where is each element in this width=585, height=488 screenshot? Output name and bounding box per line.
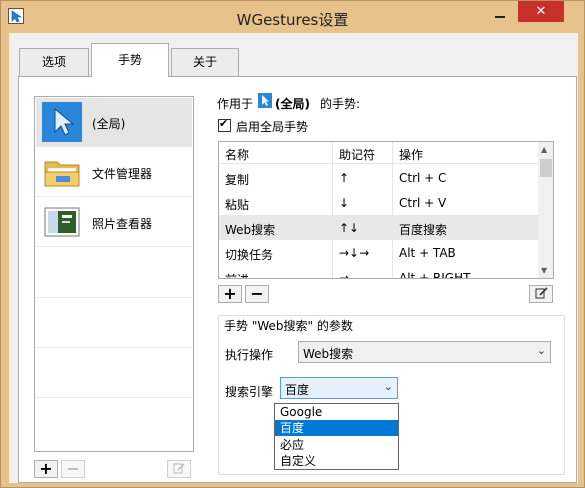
enable-global-checkbox[interactable] [218, 117, 231, 132]
list-item-label: (全局) [92, 117, 126, 131]
add-gesture-button[interactable]: + [218, 285, 242, 303]
minimize-button[interactable] [487, 3, 513, 23]
list-divider [36, 347, 192, 348]
scroll-thumb[interactable] [540, 159, 552, 177]
table-row[interactable]: 切换任务 →↓→ Alt + TAB [219, 240, 538, 265]
app-list[interactable]: (全局) 文件管理器 照片查看器 [34, 96, 194, 452]
close-button[interactable]: ✕ [518, 1, 564, 22]
gesture-mnemonic: →↓→ [339, 246, 370, 260]
engine-label: 搜索引擎 [225, 385, 274, 399]
dropdown-option[interactable]: 自定义 [275, 453, 398, 469]
table-row-selected[interactable]: Web搜索 ↑↓ 百度搜索 [219, 215, 538, 240]
column-header[interactable]: 名称 [225, 146, 249, 163]
tab-about[interactable]: 关于 [171, 48, 239, 76]
table-row[interactable]: 前进 → Alt + RIGHT [219, 265, 538, 279]
applies-to-prefix: 作用于 [217, 97, 254, 111]
edit-gesture-button[interactable] [529, 285, 553, 303]
list-item-photo-viewer[interactable]: 照片查看器 [36, 198, 192, 247]
gesture-name: Web搜索 [225, 223, 276, 237]
enable-global-label: 启用全局手势 [236, 120, 309, 134]
gesture-name: 切换任务 [225, 248, 274, 262]
edit-app-button[interactable] [167, 460, 191, 478]
applies-to-suffix: 的手势: [320, 97, 361, 111]
scroll-up-icon[interactable]: ▲ [541, 145, 547, 154]
table-row[interactable]: 粘贴 ↓ Ctrl + V [219, 190, 538, 215]
gestures-table[interactable]: 名称 助记符 操作 复制 ↑ Ctrl + C 粘贴 ↓ Ctrl + V We… [218, 141, 554, 279]
engine-dropdown-list[interactable]: Google 百度 必应 自定义 [274, 403, 399, 470]
column-header[interactable]: 操作 [399, 146, 423, 163]
gesture-action: Alt + TAB [399, 246, 456, 260]
engine-select-value: 百度 [285, 383, 310, 397]
gesture-mnemonic: ↑ [339, 171, 350, 185]
action-select-value: Web搜索 [303, 347, 354, 361]
list-item-global[interactable]: (全局) [36, 98, 192, 147]
add-app-button[interactable]: + [34, 460, 58, 478]
table-header: 名称 助记符 操作 [219, 142, 538, 164]
dropdown-option[interactable]: Google [275, 404, 398, 420]
column-header[interactable]: 助记符 [339, 146, 375, 163]
remove-gesture-button[interactable]: − [245, 285, 269, 303]
gesture-name: 前进 [225, 271, 249, 278]
table-scrollbar[interactable]: ▲ ▼ [538, 142, 553, 278]
gesture-name: 粘贴 [225, 198, 250, 212]
dropdown-option[interactable]: 必应 [275, 437, 398, 453]
gesture-name: 复制 [225, 173, 250, 187]
engine-select[interactable]: 百度 ⌄ [280, 377, 398, 399]
list-divider [36, 397, 192, 398]
list-item-label: 照片查看器 [92, 217, 153, 231]
folder-icon [42, 152, 82, 192]
gesture-action: Alt + RIGHT [399, 271, 471, 279]
list-item-file-manager[interactable]: 文件管理器 [36, 148, 192, 197]
dropdown-option-highlighted[interactable]: 百度 [275, 420, 398, 436]
gesture-mnemonic: ↓ [339, 196, 350, 210]
tab-options[interactable]: 选项 [19, 48, 89, 76]
settings-window: WGestures设置 ✕ 选项 手势 关于 (全局) 文件管理器 照片查看器 … [0, 0, 585, 488]
minimize-icon [495, 16, 505, 18]
gesture-mnemonic: → [339, 271, 350, 279]
tab-gestures[interactable]: 手势 [91, 43, 169, 77]
gesture-action: Ctrl + C [399, 171, 447, 185]
action-label: 执行操作 [225, 348, 274, 362]
scope-icon [258, 93, 272, 111]
cursor-icon [42, 102, 82, 142]
applies-to-scope: (全局) [275, 97, 310, 111]
gesture-action: 百度搜索 [399, 223, 448, 237]
gesture-mnemonic: ↑↓ [339, 221, 360, 235]
title-bar[interactable]: WGestures设置 ✕ [1, 1, 584, 33]
params-title: 手势 "Web搜索" 的参数 [224, 319, 353, 333]
chevron-down-icon: ⌄ [536, 344, 546, 357]
action-select[interactable]: Web搜索 ⌄ [298, 341, 551, 363]
edit-icon [535, 287, 548, 299]
chevron-down-icon: ⌄ [383, 380, 393, 393]
list-divider [36, 297, 192, 298]
table-row[interactable]: 复制 ↑ Ctrl + C [219, 165, 538, 190]
gesture-action: Ctrl + V [399, 196, 447, 210]
list-item-label: 文件管理器 [92, 167, 153, 181]
remove-app-button[interactable]: − [61, 460, 85, 478]
scroll-down-icon[interactable]: ▼ [541, 266, 547, 275]
edit-icon [173, 463, 185, 474]
photo-viewer-icon [42, 202, 82, 242]
